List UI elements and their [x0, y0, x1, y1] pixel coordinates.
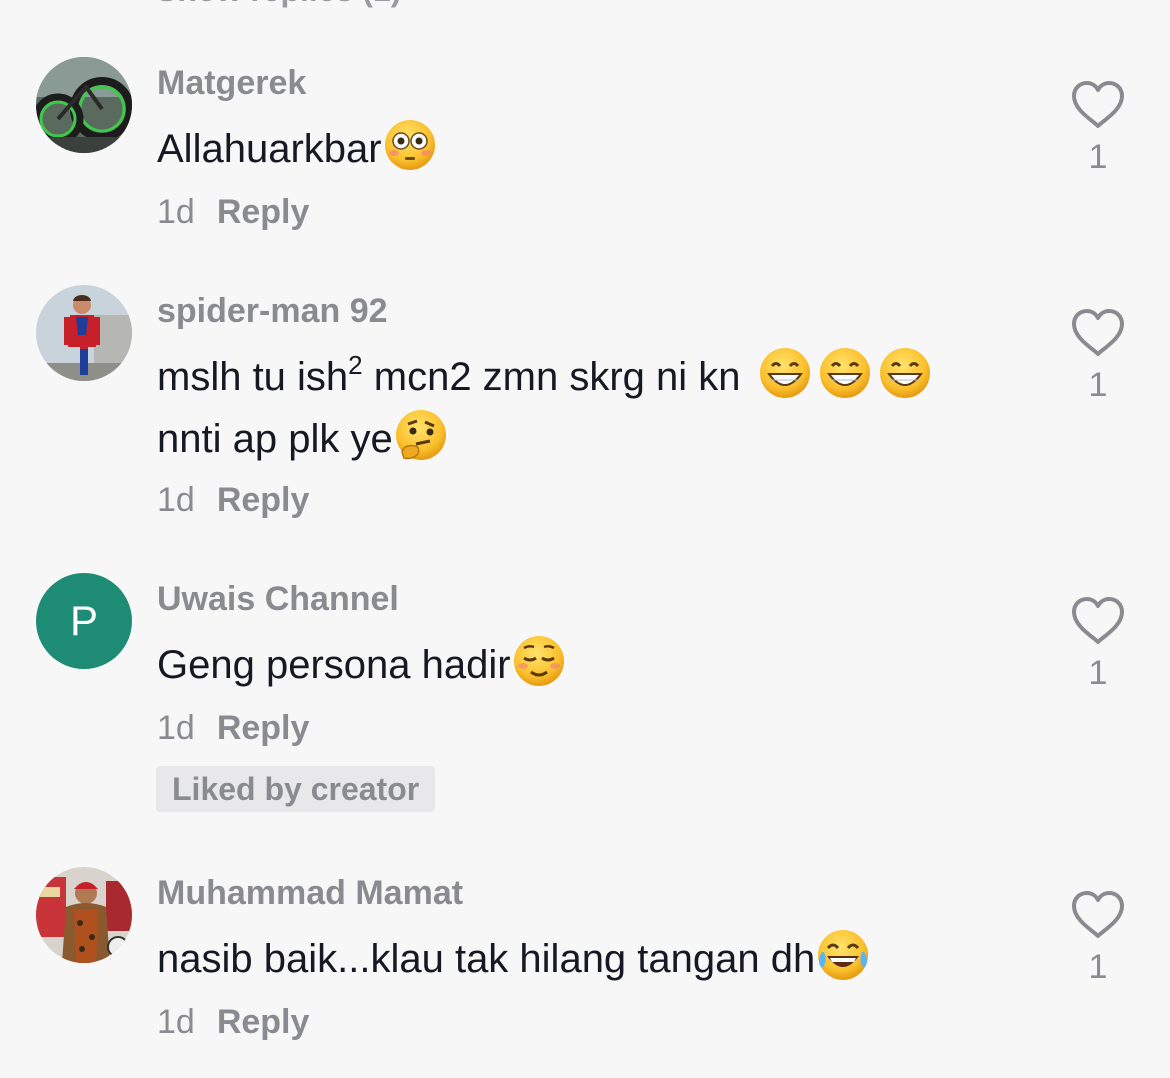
reply-button[interactable]: Reply — [217, 1003, 310, 1041]
comment-text-part: nasib baik...klau tak hilang tangan dh — [157, 937, 816, 981]
reply-button[interactable]: Reply — [217, 481, 310, 519]
like-count: 1 — [1088, 654, 1108, 692]
comment-username[interactable]: spider-man 92 — [157, 292, 388, 331]
thinking-face-icon — [395, 410, 446, 460]
comment-username[interactable]: Matgerek — [157, 64, 306, 103]
grinning-face-icon — [759, 348, 810, 398]
comment-text-part: mcn2 zmn skrg ni kn — [362, 355, 752, 399]
like-count: 1 — [1088, 366, 1108, 404]
view-replies-link[interactable]: Show replies (1) — [156, 0, 401, 9]
comment-meta: 1d Reply — [157, 709, 309, 748]
heart-icon[interactable] — [1070, 596, 1126, 646]
heart-icon[interactable] — [1070, 890, 1126, 940]
reply-button[interactable]: Reply — [217, 709, 310, 747]
avatar-letter: P — [69, 597, 98, 644]
heart-icon[interactable] — [1070, 80, 1126, 130]
like-count: 1 — [1088, 138, 1108, 176]
avatar[interactable] — [36, 57, 132, 153]
like-button[interactable]: 1 — [1070, 308, 1126, 404]
comment-text: Geng persona hadir — [157, 634, 566, 696]
comment-text-part: Geng persona hadir — [157, 643, 511, 687]
avatar[interactable] — [36, 867, 132, 963]
like-button[interactable]: 1 — [1070, 80, 1126, 176]
comment-time: 1d — [157, 709, 195, 747]
comment-username[interactable]: Uwais Channel — [157, 580, 399, 619]
comment-username[interactable]: Muhammad Mamat — [157, 874, 463, 913]
avatar[interactable] — [36, 285, 132, 381]
avatar[interactable]: P — [36, 573, 132, 669]
grinning-face-icon — [879, 348, 930, 398]
comment-text-part: nnti ap plk ye — [157, 417, 393, 461]
like-button[interactable]: 1 — [1070, 596, 1126, 692]
grinning-face-icon — [819, 348, 870, 398]
tears-of-joy-face-icon — [818, 930, 869, 980]
liked-by-creator-badge: Liked by creator — [156, 766, 436, 812]
comment-time: 1d — [157, 481, 195, 519]
comment-text: nasib baik...klau tak hilang tangan dh — [157, 928, 870, 990]
comment-meta: 1d Reply — [157, 193, 309, 232]
comment-text: Allahuarkbar — [157, 118, 437, 180]
flushed-face-icon — [384, 120, 435, 170]
comment-time: 1d — [157, 193, 195, 231]
comment-meta: 1d Reply — [157, 481, 309, 520]
comment-text-part: mslh tu ish — [157, 355, 349, 399]
comment-text-line: Allahuarkbar — [157, 127, 382, 171]
reply-button[interactable]: Reply — [217, 193, 310, 231]
like-button[interactable]: 1 — [1070, 890, 1126, 986]
comment-text: mslh tu ish2 mcn2 zmn skrg ni kn nnti ap… — [157, 346, 932, 470]
like-count: 1 — [1088, 948, 1108, 986]
heart-icon[interactable] — [1070, 308, 1126, 358]
comment-time: 1d — [157, 1003, 195, 1041]
relieved-face-icon — [513, 636, 564, 686]
superscript: 2 — [348, 350, 363, 380]
comment-meta: 1d Reply — [157, 1003, 309, 1042]
